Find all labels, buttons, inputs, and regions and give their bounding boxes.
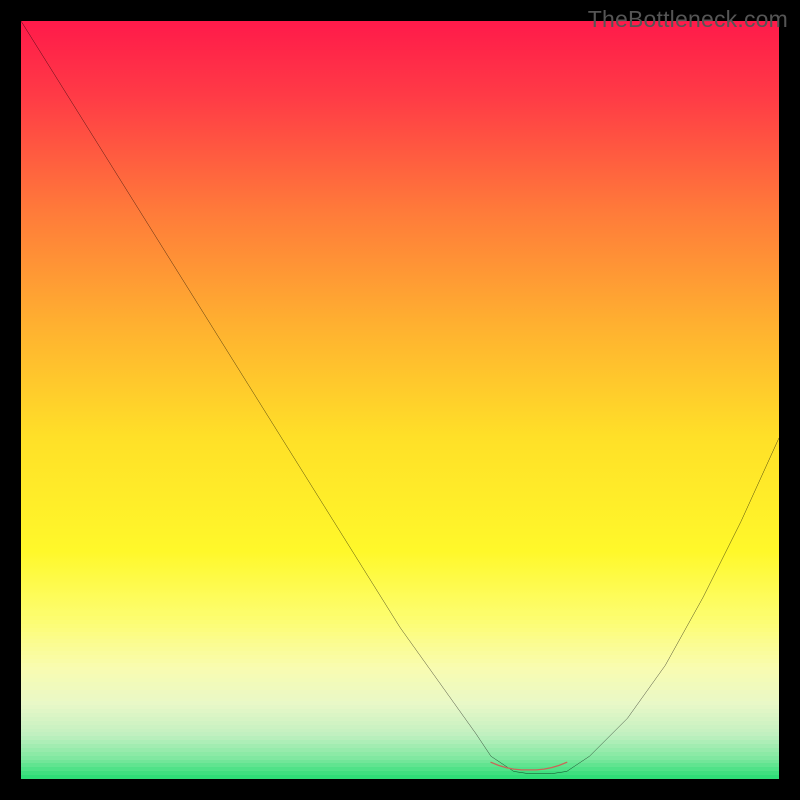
plot-area (21, 21, 779, 779)
watermark-text: TheBottleneck.com (588, 6, 788, 33)
bottleneck-curve (21, 21, 779, 774)
chart-svg (21, 21, 779, 779)
plot-frame (21, 21, 779, 779)
optimal-marker (491, 762, 567, 770)
